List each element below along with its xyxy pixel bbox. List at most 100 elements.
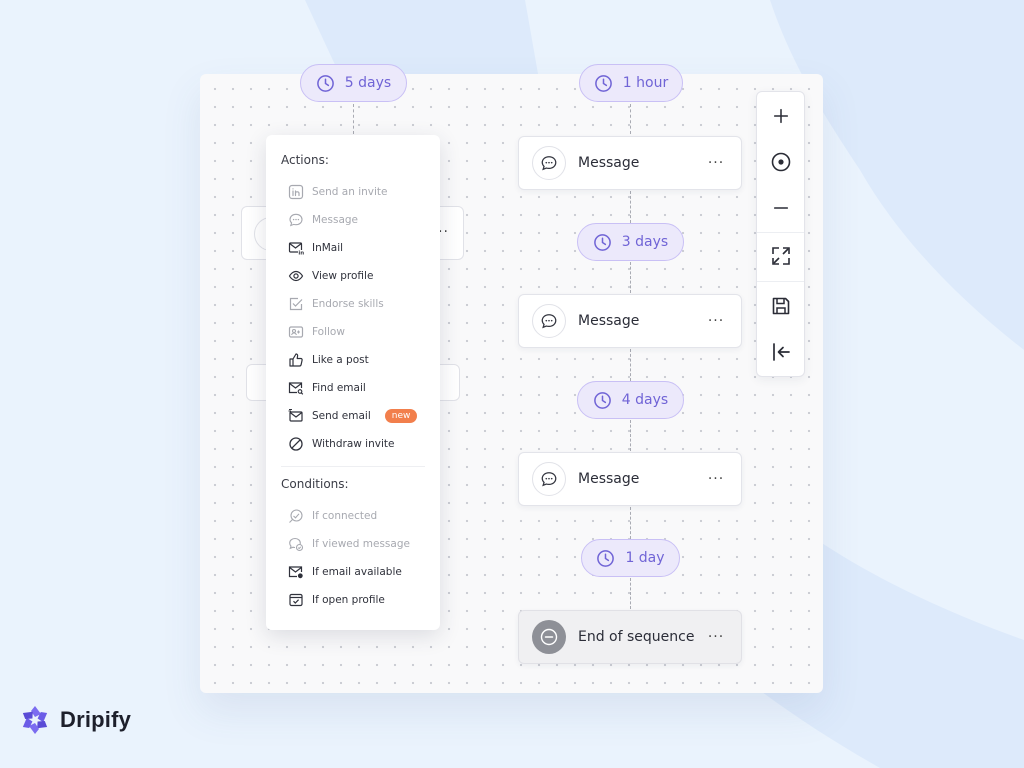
- thumbs-up-icon: [289, 353, 303, 367]
- exit-button[interactable]: [757, 329, 804, 375]
- menu-item-label: Message: [312, 214, 359, 226]
- menu-item-follow[interactable]: Follow: [288, 321, 345, 343]
- clock-icon: [594, 74, 612, 92]
- conditions-heading: Conditions:: [281, 477, 349, 491]
- more-options-icon[interactable]: ···: [705, 629, 727, 645]
- chat-bubble-icon: [289, 213, 303, 227]
- connector-line: [630, 578, 631, 609]
- send-email-icon: [288, 409, 303, 422]
- end-of-sequence-card[interactable]: End of sequence ···: [518, 610, 742, 664]
- menu-item-view-profile[interactable]: View profile: [288, 265, 373, 287]
- center-icon: [771, 152, 790, 172]
- center-button[interactable]: [757, 139, 804, 185]
- canvas-toolbar: [756, 91, 805, 377]
- step-title: End of sequence: [578, 629, 695, 645]
- zoom-out-icon: [773, 207, 788, 209]
- zoom-in-button[interactable]: [757, 93, 804, 139]
- connector-line: [353, 104, 354, 134]
- exit-icon: [772, 343, 790, 361]
- menu-item-if-viewed-message[interactable]: If viewed message: [288, 533, 410, 555]
- message-step-card[interactable]: Message ···: [518, 452, 742, 506]
- chat-bubble-icon: [541, 472, 557, 487]
- find-email-icon: [288, 382, 304, 395]
- open-profile-icon: [289, 593, 303, 607]
- menu-item-endorse-skills[interactable]: Endorse skills: [288, 293, 384, 315]
- clock-icon: [593, 391, 611, 409]
- menu-item-label: If open profile: [312, 594, 385, 606]
- menu-item-find-email[interactable]: Find email: [288, 377, 366, 399]
- delay-label: 5 days: [344, 75, 392, 91]
- clock-icon: [597, 549, 615, 567]
- svg-text:in: in: [298, 251, 304, 256]
- clock-icon: [593, 233, 611, 251]
- connector-line: [630, 420, 631, 451]
- connected-icon: [289, 509, 303, 523]
- dripify-logo-icon: [22, 706, 48, 734]
- save-icon: [772, 297, 789, 315]
- message-step-card[interactable]: Message ···: [518, 136, 742, 190]
- menu-item-like-post[interactable]: Like a post: [288, 349, 369, 371]
- chat-bubble-icon: [541, 314, 557, 329]
- menu-item-label: If email available: [312, 566, 402, 578]
- add-step-menu: Actions: Send an invite Message in InMai…: [266, 135, 440, 630]
- zoom-out-button[interactable]: [757, 185, 804, 231]
- follow-icon: [288, 326, 304, 338]
- menu-item-if-connected[interactable]: If connected: [288, 505, 377, 527]
- connector-line: [630, 507, 631, 539]
- connector-line: [630, 104, 631, 134]
- menu-item-label: InMail: [312, 242, 344, 254]
- actions-heading: Actions:: [281, 153, 329, 167]
- check-square-icon: [289, 297, 303, 311]
- step-icon-circle: [532, 462, 566, 496]
- menu-item-label: If viewed message: [312, 538, 410, 550]
- message-step-card[interactable]: Message ···: [518, 294, 742, 348]
- clock-icon: [316, 74, 334, 92]
- zoom-in-icon: [773, 108, 788, 124]
- connector-line: [630, 349, 631, 381]
- menu-divider: [281, 466, 425, 467]
- menu-item-label: Like a post: [312, 354, 369, 366]
- menu-item-label: Send email: [312, 410, 371, 422]
- step-icon-circle: [532, 620, 566, 654]
- save-button[interactable]: [757, 283, 804, 329]
- menu-item-inmail[interactable]: in InMail: [288, 237, 343, 259]
- more-options-icon[interactable]: ···: [705, 471, 727, 487]
- logo-text: Dripify: [60, 707, 132, 732]
- menu-item-label: Follow: [312, 326, 345, 338]
- chat-bubble-icon: [541, 156, 557, 171]
- step-icon-circle: [532, 304, 566, 338]
- delay-label: 1 day: [625, 550, 665, 566]
- delay-label: 1 hour: [622, 75, 669, 91]
- viewed-message-icon: [289, 537, 304, 552]
- delay-label: 3 days: [621, 234, 669, 250]
- inmail-icon: in: [288, 242, 304, 256]
- fit-screen-button[interactable]: [757, 233, 804, 279]
- menu-item-label: Send an invite: [312, 186, 388, 198]
- menu-item-label: Endorse skills: [312, 298, 384, 310]
- menu-item-label: If connected: [312, 510, 378, 522]
- delay-pill[interactable]: 1 day: [581, 539, 680, 577]
- menu-item-label: Find email: [312, 382, 366, 394]
- menu-item-if-email-available[interactable]: If email available: [288, 561, 402, 583]
- eye-icon: [288, 270, 304, 282]
- email-available-icon: [288, 566, 303, 579]
- step-title: Message: [578, 313, 640, 329]
- menu-item-send-invite[interactable]: Send an invite: [288, 181, 388, 203]
- delay-pill[interactable]: 4 days: [577, 381, 684, 419]
- menu-item-message[interactable]: Message: [288, 209, 358, 231]
- dripify-logo: Dripify: [19, 704, 131, 736]
- menu-item-if-open-profile[interactable]: If open profile: [288, 589, 385, 611]
- menu-item-send-email[interactable]: Send email new: [288, 405, 418, 427]
- delay-pill[interactable]: 1 hour: [579, 64, 683, 102]
- delay-pill[interactable]: 3 days: [577, 223, 684, 261]
- delay-pill[interactable]: 5 days: [300, 64, 407, 102]
- more-options-icon[interactable]: ···: [705, 313, 727, 329]
- menu-item-withdraw-invite[interactable]: Withdraw invite: [288, 433, 394, 455]
- step-title: Message: [578, 155, 640, 171]
- menu-item-label: Withdraw invite: [312, 438, 395, 450]
- step-icon-circle: [532, 146, 566, 180]
- connector-line: [630, 191, 631, 223]
- delay-label: 4 days: [621, 392, 669, 408]
- more-options-icon[interactable]: ···: [705, 155, 727, 171]
- minus-circle-icon: [540, 628, 558, 646]
